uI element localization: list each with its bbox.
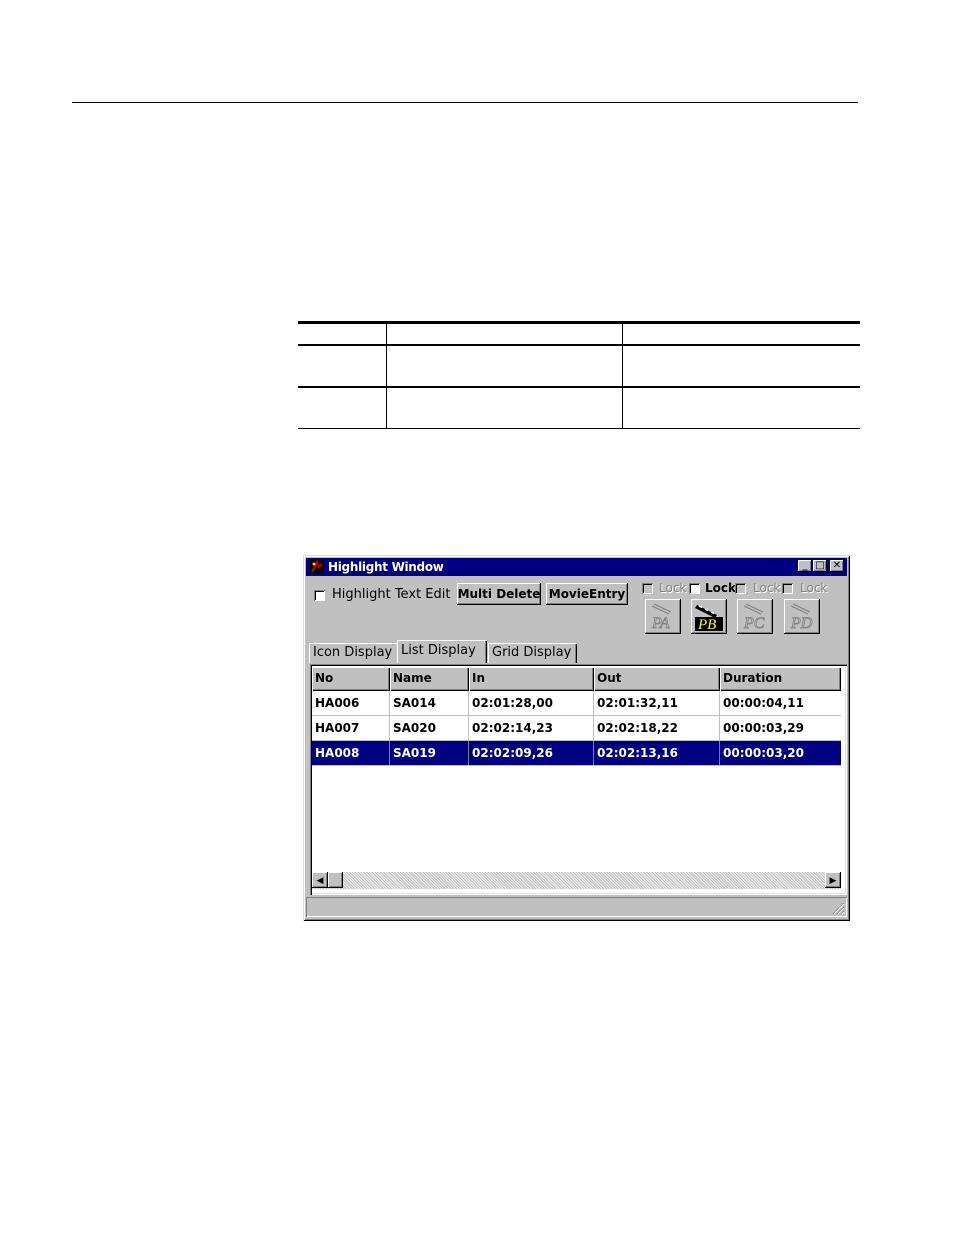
- lock-checkbox-pd[interactable]: [782, 583, 793, 594]
- page-header-rule: [72, 102, 858, 103]
- highlight-text-edit-label: Highlight Text Edit: [332, 587, 451, 602]
- table-column-divider: [386, 324, 387, 429]
- title-bar[interactable]: Highlight Window _ □ ✕: [306, 558, 847, 576]
- player-b-button[interactable]: PB: [691, 599, 727, 634]
- player-d-icon: PD: [790, 603, 813, 632]
- minimize-icon: _: [802, 560, 808, 571]
- table-column-divider: [622, 324, 623, 429]
- column-header-no[interactable]: No: [312, 667, 390, 691]
- cell-duration: 00:00:03,20: [720, 741, 841, 765]
- cell-in: 02:02:14,23: [469, 716, 594, 740]
- minimize-button[interactable]: _: [798, 560, 812, 572]
- cell-in-text: 02:01:28,00: [472, 696, 553, 710]
- cell-duration-text: 00:00:04,11: [723, 696, 804, 710]
- player-a-button[interactable]: PA: [645, 599, 681, 634]
- column-header-out[interactable]: Out: [594, 667, 720, 691]
- cell-duration-text: 00:00:03,29: [723, 721, 804, 735]
- player-b-icon: PB: [695, 605, 723, 633]
- scroll-right-icon: ▶: [829, 875, 837, 885]
- cell-no: HA008: [312, 741, 390, 765]
- lock-label-pc: Lock: [753, 581, 781, 595]
- lock-label-pb: Lock: [705, 581, 736, 595]
- table-bottom-rule: [298, 428, 860, 429]
- lock-label-pd: Lock: [800, 581, 828, 595]
- table-row-rule: [298, 386, 860, 388]
- cell-out-text: 02:01:32,11: [597, 696, 678, 710]
- cell-name: SA014: [390, 691, 469, 715]
- cell-no: HA006: [312, 691, 390, 715]
- movie-entry-label: MovieEntry: [548, 587, 626, 601]
- player-c-button[interactable]: PC: [737, 599, 773, 634]
- cell-no-text: HA008: [315, 746, 360, 760]
- highlight-text-edit-checkbox[interactable]: [314, 590, 325, 601]
- player-d-button[interactable]: PD: [784, 599, 820, 634]
- scrollbar-thumb[interactable]: [328, 872, 343, 888]
- lock-label-pa: Lock: [659, 581, 687, 595]
- column-header-in[interactable]: In: [469, 667, 594, 691]
- player-c-icon: PC: [743, 603, 765, 632]
- lock-checkbox-pb[interactable]: [689, 583, 700, 594]
- close-button[interactable]: ✕: [830, 560, 844, 572]
- tab-list-display[interactable]: List Display: [397, 640, 487, 663]
- movie-entry-button[interactable]: MovieEntry: [546, 583, 628, 605]
- cell-duration: 00:00:04,11: [720, 691, 841, 715]
- window-title: Highlight Window: [328, 560, 444, 574]
- status-bar: [306, 897, 847, 917]
- cell-in: 02:01:28,00: [469, 691, 594, 715]
- document-table: [298, 321, 860, 430]
- close-icon: ✕: [832, 560, 842, 571]
- column-header-duration-label: Duration: [723, 671, 783, 685]
- tab-icon-display[interactable]: Icon Display: [309, 643, 403, 663]
- player-d-label: PD: [790, 615, 813, 632]
- maximize-button[interactable]: □: [813, 560, 827, 572]
- app-icon: [310, 559, 324, 574]
- cell-name-text: SA014: [393, 696, 436, 710]
- player-c-label: PC: [743, 615, 765, 632]
- player-b-label: PB: [697, 617, 716, 633]
- cell-out: 02:02:18,22: [594, 716, 720, 740]
- multi-delete-button[interactable]: Multi Delete: [457, 583, 541, 605]
- tab-grid-display[interactable]: Grid Display: [488, 643, 577, 663]
- column-header-duration[interactable]: Duration: [720, 667, 841, 691]
- cell-out-text: 02:02:13,16: [597, 746, 678, 760]
- lock-checkbox-pa[interactable]: [642, 583, 653, 594]
- column-header-in-label: In: [472, 671, 486, 685]
- tab-icon-display-label: Icon Display: [313, 645, 393, 660]
- table-top-rule: [298, 321, 860, 324]
- column-header-name-label: Name: [393, 671, 432, 685]
- cell-out-text: 02:02:18,22: [597, 721, 678, 735]
- resize-grip-icon[interactable]: [832, 902, 845, 915]
- cell-name: SA019: [390, 741, 469, 765]
- column-header-out-label: Out: [597, 671, 622, 685]
- table-header-rule: [298, 344, 860, 346]
- cell-out: 02:02:13,16: [594, 741, 720, 765]
- horizontal-scrollbar[interactable]: ◀ ▶: [312, 872, 841, 889]
- tab-list-display-label: List Display: [401, 643, 476, 658]
- cell-duration: 00:00:03,29: [720, 716, 841, 740]
- cell-no-text: HA006: [315, 696, 360, 710]
- cell-no-text: HA007: [315, 721, 360, 735]
- scroll-right-button[interactable]: ▶: [825, 872, 841, 888]
- cell-in-text: 02:02:09,26: [472, 746, 553, 760]
- maximize-icon: □: [815, 560, 825, 571]
- scroll-left-icon: ◀: [316, 875, 324, 885]
- multi-delete-label: Multi Delete: [457, 587, 541, 601]
- row-divider: [312, 765, 841, 766]
- cell-out: 02:01:32,11: [594, 691, 720, 715]
- tab-grid-display-label: Grid Display: [492, 645, 572, 660]
- column-header-name[interactable]: Name: [390, 667, 469, 691]
- player-a-label: PA: [651, 615, 670, 632]
- cell-name-text: SA020: [393, 721, 436, 735]
- scroll-left-button[interactable]: ◀: [312, 872, 328, 888]
- lock-checkbox-pc[interactable]: [735, 583, 746, 594]
- column-header-no-label: No: [315, 671, 334, 685]
- cell-duration-text: 00:00:03,20: [723, 746, 804, 760]
- cell-in-text: 02:02:14,23: [472, 721, 553, 735]
- player-a-icon: PA: [651, 603, 672, 632]
- cell-no: HA007: [312, 716, 390, 740]
- cell-in: 02:02:09,26: [469, 741, 594, 765]
- cell-name: SA020: [390, 716, 469, 740]
- cell-name-text: SA019: [393, 746, 436, 760]
